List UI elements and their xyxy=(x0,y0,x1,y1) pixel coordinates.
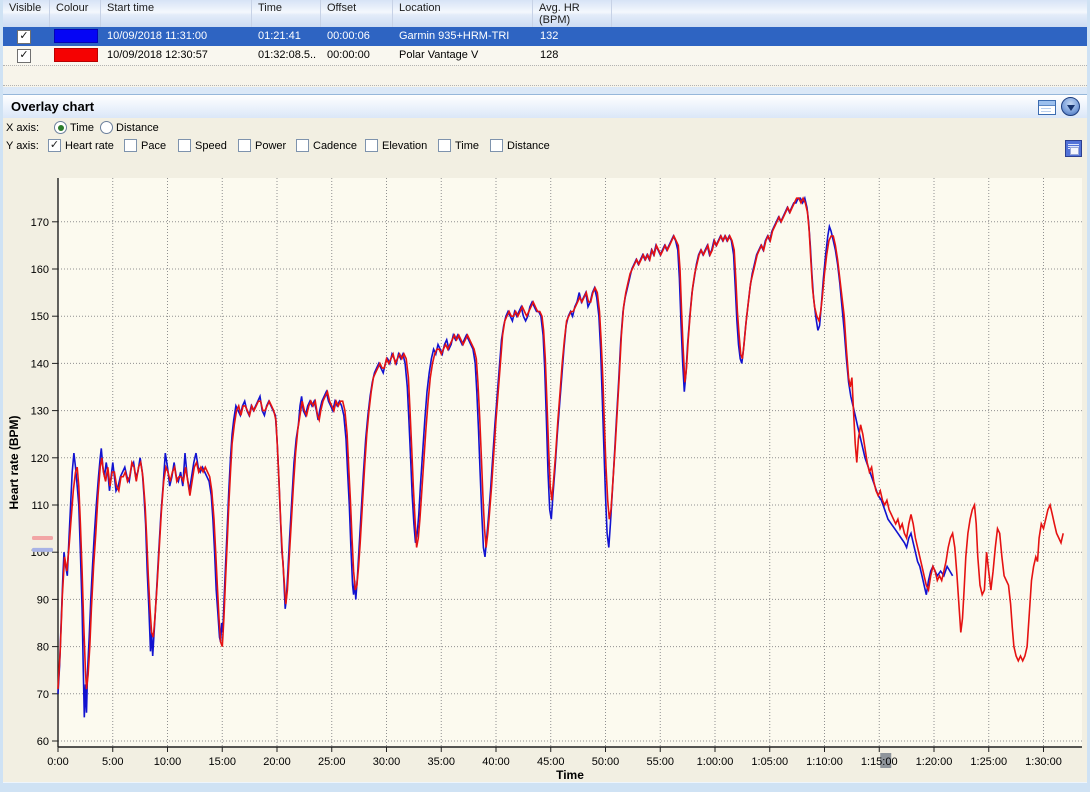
location-cell: Garmin 935+HRM-TRI xyxy=(399,30,509,42)
column-header-time[interactable]: Time xyxy=(252,0,321,27)
checkbox-pace[interactable]: ✓ xyxy=(124,139,137,152)
left-border xyxy=(0,0,3,791)
column-header-avg-hr[interactable]: Avg. HR (BPM) xyxy=(533,0,612,27)
svg-text:1:00:00: 1:00:00 xyxy=(697,756,734,768)
svg-text:140: 140 xyxy=(31,358,49,370)
offset-cell: 00:00:00 xyxy=(327,49,370,61)
table-row-polar[interactable]: ✓ 10/09/2018 12:30:57 01:32:08.5.. 00:00… xyxy=(3,46,1087,65)
column-header-location[interactable]: Location xyxy=(393,0,533,27)
svg-text:60: 60 xyxy=(37,736,49,748)
checkbox-heart-rate[interactable]: ✓ xyxy=(48,139,61,152)
svg-text:1:20:00: 1:20:00 xyxy=(916,756,953,768)
radio-x-distance-label: Distance xyxy=(116,122,159,134)
column-header-colour[interactable]: Colour xyxy=(50,0,101,27)
table-header-row: Visible Colour Start time Time Offset Lo… xyxy=(3,0,1087,28)
checkbox-distance[interactable]: ✓ xyxy=(490,139,503,152)
time-cell: 01:21:41 xyxy=(258,30,301,42)
table-row-garmin[interactable]: ✓ 10/09/2018 11:31:00 01:21:41 00:00:06 … xyxy=(3,27,1087,46)
start-time-cell: 10/09/2018 12:30:57 xyxy=(107,49,208,61)
svg-text:0:00: 0:00 xyxy=(47,756,68,768)
save-chart-icon[interactable] xyxy=(1065,140,1082,157)
colour-swatch-blue[interactable] xyxy=(54,29,98,43)
checkbox-elevation-label: Elevation xyxy=(382,140,427,152)
svg-text:55:00: 55:00 xyxy=(646,756,674,768)
column-header-start-time[interactable]: Start time xyxy=(101,0,252,27)
svg-text:1:05:00: 1:05:00 xyxy=(751,756,788,768)
panel-title: Overlay chart xyxy=(11,99,94,114)
svg-text:25:00: 25:00 xyxy=(318,756,346,768)
column-header-filler xyxy=(612,0,1087,27)
axis-marker xyxy=(32,548,53,552)
y-axis-label: Y axis: xyxy=(6,140,39,152)
svg-text:Heart rate (BPM): Heart rate (BPM) xyxy=(7,415,21,509)
svg-text:170: 170 xyxy=(31,217,49,229)
checkbox-power-label: Power xyxy=(255,140,286,152)
svg-text:45:00: 45:00 xyxy=(537,756,565,768)
panel-separator[interactable] xyxy=(3,87,1087,94)
row-separator xyxy=(3,85,1087,86)
checkbox-power[interactable]: ✓ xyxy=(238,139,251,152)
radio-x-time-label: Time xyxy=(70,122,94,134)
offset-cell: 00:00:06 xyxy=(327,30,370,42)
svg-text:110: 110 xyxy=(31,500,49,512)
location-cell: Polar Vantage V xyxy=(399,49,478,61)
visible-checkbox[interactable]: ✓ xyxy=(17,49,31,63)
column-header-visible[interactable]: Visible xyxy=(3,0,50,27)
svg-text:30:00: 30:00 xyxy=(373,756,401,768)
checkbox-time-label: Time xyxy=(455,140,479,152)
time-cell: 01:32:08.5.. xyxy=(258,49,316,61)
overlay-chart-titlebar: Overlay chart xyxy=(3,94,1087,119)
svg-text:10:00: 10:00 xyxy=(154,756,182,768)
row-separator xyxy=(3,65,1087,66)
colour-swatch-red[interactable] xyxy=(54,48,98,62)
checkbox-pace-label: Pace xyxy=(141,140,166,152)
svg-text:1:30:00: 1:30:00 xyxy=(1025,756,1062,768)
checkbox-cadence[interactable]: ✓ xyxy=(296,139,309,152)
svg-text:15:00: 15:00 xyxy=(208,756,236,768)
svg-text:80: 80 xyxy=(37,642,49,654)
checkbox-distance-label: Distance xyxy=(507,140,550,152)
axis-marker xyxy=(32,536,53,540)
svg-text:35:00: 35:00 xyxy=(427,756,455,768)
svg-text:70: 70 xyxy=(37,689,49,701)
collapse-panel-button[interactable] xyxy=(1061,97,1080,116)
svg-text:120: 120 xyxy=(31,453,49,465)
checkbox-cadence-label: Cadence xyxy=(313,140,357,152)
chevron-down-icon xyxy=(1067,105,1075,111)
avg-hr-cell: 128 xyxy=(540,49,558,61)
svg-text:50:00: 50:00 xyxy=(592,756,620,768)
radio-x-time[interactable] xyxy=(54,121,67,134)
svg-text:1:25:00: 1:25:00 xyxy=(970,756,1007,768)
checkbox-speed[interactable]: ✓ xyxy=(178,139,191,152)
svg-text:Time: Time xyxy=(556,768,584,780)
visible-checkbox[interactable]: ✓ xyxy=(17,30,31,44)
radio-x-distance[interactable] xyxy=(100,121,113,134)
svg-text:160: 160 xyxy=(31,264,49,276)
checkbox-elevation[interactable]: ✓ xyxy=(365,139,378,152)
checkbox-heart-rate-label: Heart rate xyxy=(65,140,114,152)
hr-overlay-chart[interactable]: 607080901001101201301401501601700:005:00… xyxy=(4,168,1087,780)
svg-text:90: 90 xyxy=(37,594,49,606)
x-axis-label: X axis: xyxy=(6,122,39,134)
start-time-cell: 10/09/2018 11:31:00 xyxy=(107,30,207,42)
svg-text:20:00: 20:00 xyxy=(263,756,291,768)
svg-text:1:10:00: 1:10:00 xyxy=(806,756,843,768)
svg-text:40:00: 40:00 xyxy=(482,756,510,768)
column-header-offset[interactable]: Offset xyxy=(321,0,393,27)
svg-text:150: 150 xyxy=(31,311,49,323)
avg-hr-cell: 132 xyxy=(540,30,558,42)
activity-table: Visible Colour Start time Time Offset Lo… xyxy=(3,0,1087,87)
checkbox-time[interactable]: ✓ xyxy=(438,139,451,152)
svg-text:1:15:00: 1:15:00 xyxy=(861,756,898,768)
svg-text:5:00: 5:00 xyxy=(102,756,123,768)
checkbox-speed-label: Speed xyxy=(195,140,227,152)
svg-text:130: 130 xyxy=(31,406,49,418)
panel-layout-icon[interactable] xyxy=(1038,100,1056,115)
